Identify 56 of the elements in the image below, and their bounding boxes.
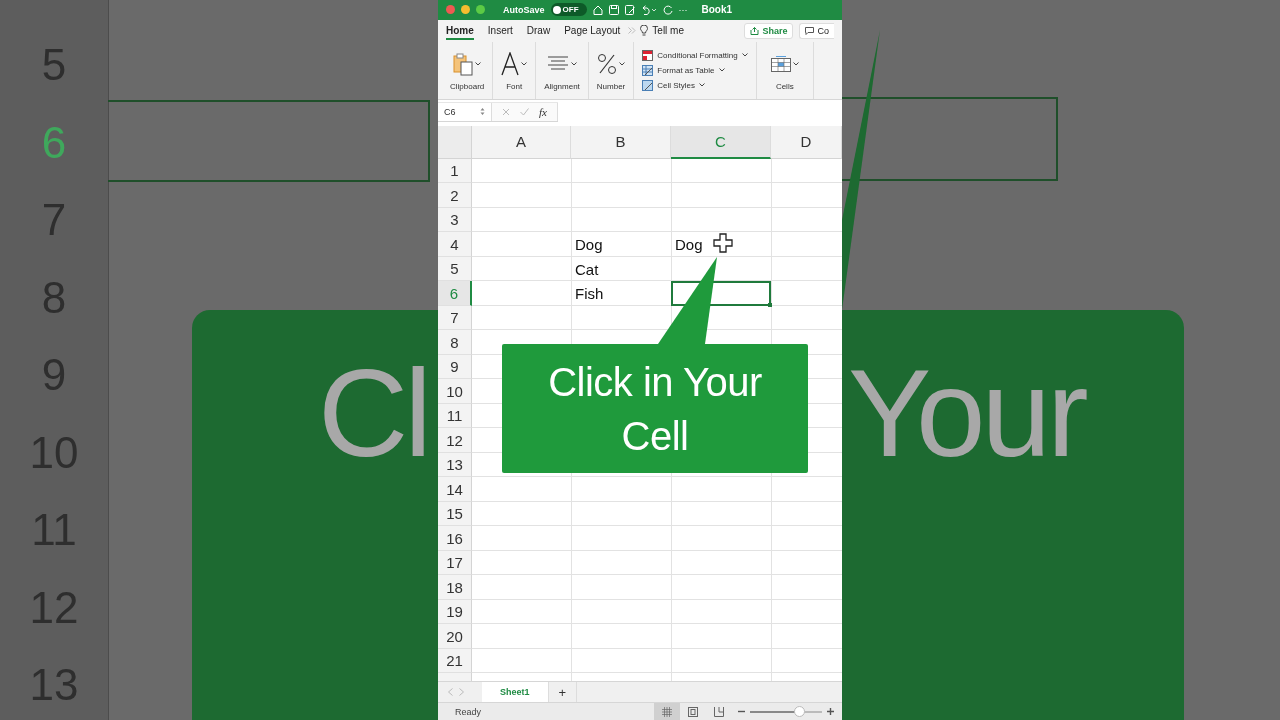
column-header[interactable]: B	[571, 125, 671, 159]
ribbon-tab[interactable]: Home	[446, 21, 474, 40]
more-button[interactable]: ···	[678, 4, 688, 15]
table-cell[interactable]: Fish	[571, 281, 671, 306]
row-header[interactable]: 18	[438, 575, 472, 600]
insert-function-button[interactable]: fx	[539, 105, 547, 118]
row-header[interactable]: 21	[438, 648, 472, 674]
share-button[interactable]: Share	[744, 22, 794, 39]
callout-tooltip: Click in Your Cell	[502, 344, 808, 473]
autosave-toggle[interactable]: OFF	[550, 3, 587, 17]
row-number: 6	[40, 117, 68, 168]
row-header[interactable]: 16	[438, 526, 472, 551]
row-header[interactable]: 19	[438, 599, 472, 625]
ribbon-group-label[interactable]: Alignment	[544, 81, 580, 91]
ribbon-group-label[interactable]: Font	[506, 81, 523, 91]
ribbon-menu-item[interactable]: Format as Table	[657, 65, 715, 75]
autosave-label: AutoSave	[503, 4, 545, 15]
ribbon-group-label[interactable]: Clipboard	[450, 81, 485, 91]
sheet-tab[interactable]: Sheet1	[482, 682, 549, 703]
row-header[interactable]: 15	[438, 501, 472, 527]
row-header[interactable]: 1	[438, 158, 472, 184]
ribbon-group-label[interactable]: Number	[596, 81, 626, 91]
table-cell[interactable]: Dog	[571, 232, 671, 257]
row-header[interactable]: 11	[438, 403, 472, 429]
tell-me-search[interactable]: Tell me	[652, 25, 684, 37]
row-header[interactable]: 10	[438, 379, 472, 404]
row-header[interactable]: 3	[438, 207, 472, 233]
table-cell[interactable]: Dog	[671, 232, 771, 257]
ribbon-tab[interactable]: Insert	[487, 21, 513, 40]
row-header[interactable]: 2	[438, 183, 472, 208]
banner-text: Cl	[318, 350, 429, 475]
column-header[interactable]: D	[771, 125, 842, 159]
document-title: Book1	[701, 4, 733, 16]
banner-text: Your	[848, 350, 1085, 475]
name-box[interactable]: C6	[438, 103, 492, 121]
row-header[interactable]: 13	[438, 452, 472, 478]
ribbon-menu-item[interactable]: Conditional Formatting	[657, 50, 738, 60]
ribbon-tab[interactable]: Draw	[526, 21, 551, 40]
ribbon-tab[interactable]: Page Layout	[564, 21, 621, 40]
ribbon-menu-item[interactable]: Cell Styles	[657, 80, 696, 90]
ribbon-group-label[interactable]: Cells	[775, 81, 794, 91]
row-header[interactable]: 6	[438, 281, 472, 306]
column-header[interactable]: A	[472, 125, 571, 159]
row-header[interactable]: 14	[438, 477, 472, 502]
row-header[interactable]: 4	[438, 232, 472, 257]
row-header[interactable]: 9	[438, 354, 472, 380]
row-header[interactable]: 8	[438, 330, 472, 355]
row-header[interactable]: 20	[438, 624, 472, 649]
row-header[interactable]: 5	[438, 256, 472, 282]
row-header[interactable]: 12	[438, 428, 472, 453]
status-text: Ready	[455, 706, 481, 717]
comments-button[interactable]: Co	[799, 22, 834, 39]
table-cell[interactable]: Cat	[571, 256, 671, 282]
row-header[interactable]: 7	[438, 305, 472, 331]
row-header[interactable]: 17	[438, 550, 472, 576]
column-header[interactable]: C	[671, 125, 771, 159]
